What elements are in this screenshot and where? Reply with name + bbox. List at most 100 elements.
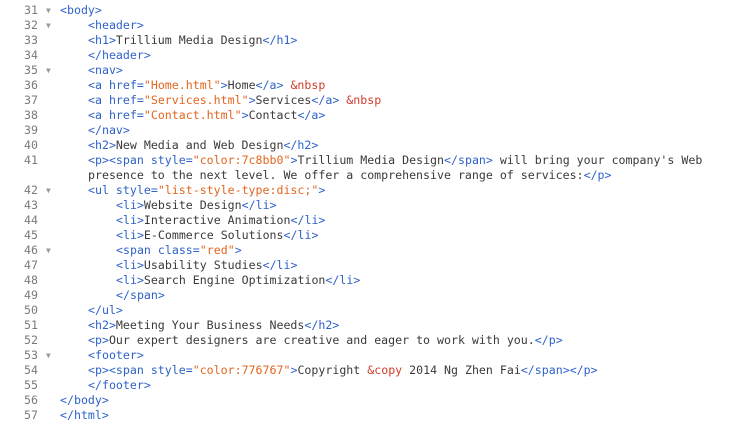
token-tag: </span></p> xyxy=(520,363,598,377)
token-tag: <a xyxy=(88,93,109,107)
code-text: <a href="Contact.html">Contact</a> xyxy=(88,108,732,123)
token-tag: <p> xyxy=(88,333,109,347)
fold-arrow-icon[interactable]: ▼ xyxy=(46,183,51,198)
code-text: <p><span style="color:776767">Copyright … xyxy=(88,363,732,378)
line-number: 41 xyxy=(24,153,38,167)
code-line[interactable]: 35 ▼ <nav> xyxy=(0,63,736,78)
code-line[interactable]: 48 <li>Search Engine Optimization</li> xyxy=(0,273,736,288)
code-editor[interactable]: 31 ▼ <body> 32 ▼ <header> 33 <h1>Trillium Media… xyxy=(0,0,736,433)
token-tag: > xyxy=(318,183,326,197)
code-line[interactable]: 42 ▼ <ul style="list-style-type:disc;"> xyxy=(0,183,736,198)
gutter: 46 xyxy=(0,243,42,258)
token-val: "Contact.html" xyxy=(143,108,242,122)
token-tag: <li> xyxy=(116,273,144,287)
token-tag: > xyxy=(241,108,249,122)
gutter: 37 xyxy=(0,93,42,108)
token-tag: </a> xyxy=(311,93,340,107)
code-text: <ul style="list-style-type:disc;"> xyxy=(88,183,732,198)
token-attr: href= xyxy=(108,78,144,92)
line-number: 53 xyxy=(24,348,38,362)
code-line[interactable]: 47 <li>Usability Studies</li> xyxy=(0,258,736,273)
code-line[interactable]: 40 <h2>New Media and Web Design</h2> xyxy=(0,138,736,153)
token-tag: <li> xyxy=(116,213,144,227)
line-number: 32 xyxy=(24,18,38,32)
code-line[interactable]: 31 ▼ <body> xyxy=(0,3,736,18)
token-text: Website Design xyxy=(143,198,242,212)
gutter: 50 xyxy=(0,303,42,318)
gutter: 33 xyxy=(0,33,42,48)
gutter: 40 xyxy=(0,138,42,153)
code-line[interactable]: 34 </header> xyxy=(0,48,736,63)
code-line[interactable]: 44 <li>Interactive Animation</li> xyxy=(0,213,736,228)
code-line[interactable]: 32 ▼ <header> xyxy=(0,18,736,33)
line-number: 33 xyxy=(24,33,38,47)
code-text: <h2>New Media and Web Design</h2> xyxy=(88,138,732,153)
code-line[interactable]: 36 <a href="Home.html">Home</a> &nbsp xyxy=(0,78,736,93)
code-text: <li>E-Commerce Solutions</li> xyxy=(116,228,732,243)
token-tag: </span> xyxy=(116,288,165,302)
token-val: "color:7c8bb0" xyxy=(192,153,291,167)
fold-arrow-icon[interactable]: ▼ xyxy=(46,348,51,363)
gutter: 53 xyxy=(0,348,42,363)
token-tag: <span xyxy=(116,243,158,257)
token-tag: </p> xyxy=(583,168,612,182)
gutter: 36 xyxy=(0,78,42,93)
token-tag: </html> xyxy=(60,408,109,422)
token-ent: &nbsp xyxy=(346,93,382,107)
token-text: Trillium Media Design xyxy=(297,153,445,167)
code-text: </body> xyxy=(60,393,732,408)
line-number: 45 xyxy=(24,228,38,242)
token-text: Trillium Media Design xyxy=(115,33,263,47)
code-line[interactable]: 56 </body> xyxy=(0,393,736,408)
code-text: <li>Usability Studies</li> xyxy=(116,258,732,273)
gutter: 52 xyxy=(0,333,42,348)
gutter: 51 xyxy=(0,318,42,333)
code-line[interactable]: 39 </nav> xyxy=(0,123,736,138)
code-line[interactable]: 49 </span> xyxy=(0,288,736,303)
fold-arrow-icon[interactable]: ▼ xyxy=(46,63,51,78)
code-line[interactable]: 54 <p><span style="color:776767">Copyrigh… xyxy=(0,363,736,378)
token-tag: <body> xyxy=(60,3,102,17)
code-line[interactable]: 45 <li>E-Commerce Solutions</li> xyxy=(0,228,736,243)
code-line[interactable]: 37 <a href="Services.html">Services</a> &… xyxy=(0,93,736,108)
token-text: Home xyxy=(227,78,256,92)
fold-arrow-icon[interactable]: ▼ xyxy=(46,3,51,18)
fold-arrow-icon[interactable]: ▼ xyxy=(46,18,51,33)
token-tag: </span> xyxy=(444,153,493,167)
code-line[interactable]: 43 <li>Website Design</li> xyxy=(0,198,736,213)
code-line[interactable]: 55 </footer> xyxy=(0,378,736,393)
code-line[interactable]: 50 </ul> xyxy=(0,303,736,318)
code-text: </footer> xyxy=(88,378,732,393)
code-line[interactable]: 53 ▼ <footer> xyxy=(0,348,736,363)
fold-arrow-icon[interactable]: ▼ xyxy=(46,243,51,258)
line-number: 48 xyxy=(24,273,38,287)
code-line[interactable]: 33 <h1>Trillium Media Design</h1> xyxy=(0,33,736,48)
code-text: <li>Website Design</li> xyxy=(116,198,732,213)
token-val: "list-style-type:disc;" xyxy=(157,183,319,197)
line-number: 54 xyxy=(24,363,38,377)
code-text: <h1>Trillium Media Design</h1> xyxy=(88,33,732,48)
code-text: <a href="Services.html">Services</a> &nb… xyxy=(88,93,732,108)
code-line[interactable]: 38 <a href="Contact.html">Contact</a> xyxy=(0,108,736,123)
token-tag: <p><span xyxy=(88,363,151,377)
token-tag: <footer> xyxy=(88,348,144,362)
code-line[interactable]: 57 </html> xyxy=(0,408,736,423)
token-tag: </a> xyxy=(255,78,284,92)
line-number: 47 xyxy=(24,258,38,272)
token-tag: </li> xyxy=(325,273,361,287)
token-tag: <h2> xyxy=(88,318,116,332)
token-tag: </h2> xyxy=(283,138,319,152)
token-tag: </a> xyxy=(297,108,326,122)
code-line[interactable]: 46 ▼ <span class="red"> xyxy=(0,243,736,258)
token-tag: <p><span xyxy=(88,153,151,167)
token-tag: <ul xyxy=(88,183,116,197)
code-text: </html> xyxy=(60,408,732,423)
token-attr: style= xyxy=(115,183,158,197)
code-line[interactable]: 41 <p><span style="color:7c8bb0">Trillium… xyxy=(0,153,736,183)
gutter: 31 xyxy=(0,3,42,18)
gutter: 56 xyxy=(0,393,42,408)
token-tag: </footer> xyxy=(88,378,151,392)
code-line[interactable]: 52 <p>Our expert designers are creative a… xyxy=(0,333,736,348)
code-line[interactable]: 51 <h2>Meeting Your Business Needs</h2> xyxy=(0,318,736,333)
token-text: Services xyxy=(255,93,312,107)
